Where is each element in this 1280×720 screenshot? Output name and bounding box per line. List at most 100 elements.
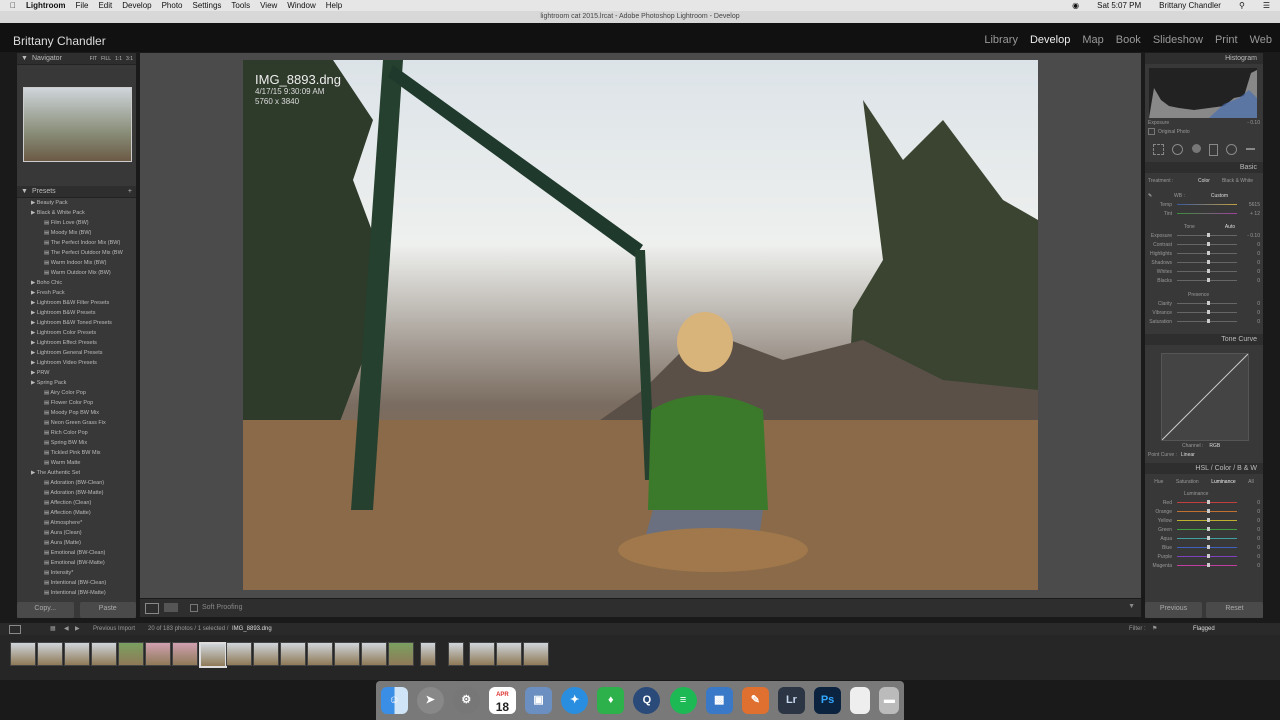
slider-knob[interactable] — [1207, 269, 1210, 273]
preset-folder[interactable]: ▶ Lightroom Effect Presets — [17, 338, 136, 348]
presence-slider-track[interactable] — [1177, 301, 1237, 305]
spot-removal-icon[interactable] — [1172, 144, 1184, 155]
preset-folder[interactable]: ▶ Lightroom B&W Presets — [17, 308, 136, 318]
photoshop-icon[interactable]: Ps — [814, 687, 842, 714]
hsl-header[interactable]: HSL / Color / B & W — [1145, 463, 1263, 474]
filmstrip-thumb[interactable] — [226, 642, 252, 666]
filmstrip-thumb[interactable] — [10, 642, 36, 666]
luminance-slider-value[interactable]: 0 — [1242, 509, 1260, 515]
presence-slider-value[interactable]: 0 — [1242, 310, 1260, 316]
temp-track[interactable] — [1177, 204, 1237, 205]
tone-slider-value[interactable]: 0 — [1242, 242, 1260, 248]
slider-knob[interactable] — [1207, 563, 1210, 567]
slider-knob[interactable] — [1207, 554, 1210, 558]
preview-icon[interactable]: ▣ — [525, 687, 553, 714]
clock[interactable]: Sat 5:07 PM — [1097, 1, 1141, 10]
notification-icon[interactable]: ☰ — [1263, 1, 1270, 10]
filmstrip-thumb[interactable] — [388, 642, 414, 666]
wb-value[interactable]: Custom — [1211, 193, 1228, 199]
luminance-slider[interactable]: Magenta 0 — [1145, 561, 1263, 570]
preset-item[interactable]: ▤ Aura (Matte) — [17, 538, 136, 548]
luminance-slider-value[interactable]: 0 — [1242, 545, 1260, 551]
filmstrip-thumb[interactable] — [64, 642, 90, 666]
red-eye-icon[interactable] — [1191, 144, 1201, 153]
wifi-icon[interactable]: ◉ — [1072, 1, 1079, 10]
menu-develop[interactable]: Develop — [122, 1, 151, 10]
luminance-slider-value[interactable]: 0 — [1242, 536, 1260, 542]
presence-slider[interactable]: Saturation 0 — [1145, 317, 1263, 326]
slider-knob[interactable] — [1207, 233, 1210, 237]
luminance-slider[interactable]: Blue 0 — [1145, 543, 1263, 552]
module-library[interactable]: Library — [984, 34, 1018, 46]
preset-folder[interactable]: ▶ Spring Pack — [17, 378, 136, 388]
hsl-tab-luminance[interactable]: Luminance — [1211, 479, 1235, 485]
calendar-icon[interactable]: APR 18 — [488, 687, 516, 714]
tone-slider-track[interactable] — [1177, 251, 1237, 255]
preset-item[interactable]: ▤ The Perfect Outdoor Mix (BW — [17, 248, 136, 258]
menu-settings[interactable]: Settings — [193, 1, 222, 10]
luminance-slider[interactable]: Yellow 0 — [1145, 516, 1263, 525]
preset-folder[interactable]: ▶ Lightroom B&W Filter Presets — [17, 298, 136, 308]
zoom-fit[interactable]: FIT — [90, 56, 98, 62]
preset-item[interactable]: ▤ Aura (Clean) — [17, 528, 136, 538]
slider-knob[interactable] — [1207, 251, 1210, 255]
preset-folder[interactable]: ▶ PRW — [17, 368, 136, 378]
tone-slider[interactable]: Contrast 0 — [1145, 240, 1263, 249]
preset-item[interactable]: ▤ Neon Green Grass Fix — [17, 418, 136, 428]
tone-slider-value[interactable]: 0 — [1242, 260, 1260, 266]
keynote-icon[interactable]: ▩ — [705, 687, 733, 714]
slider-knob[interactable] — [1207, 310, 1210, 314]
preset-item[interactable]: ▤ Airy Color Pop — [17, 388, 136, 398]
luminance-slider-value[interactable]: 0 — [1242, 563, 1260, 569]
preset-item[interactable]: ▤ Moody Mix (BW) — [17, 228, 136, 238]
spotlight-icon[interactable]: ⚲ — [1239, 1, 1245, 10]
slider-knob[interactable] — [1207, 545, 1210, 549]
basic-header[interactable]: Basic — [1145, 162, 1263, 173]
preset-folder[interactable]: ▶ Lightroom B&W Toned Presets — [17, 318, 136, 328]
lightroom-icon[interactable]: Lr — [777, 687, 805, 714]
preset-folder[interactable]: ▶ Boho Chic — [17, 278, 136, 288]
luminance-slider[interactable]: Green 0 — [1145, 525, 1263, 534]
safari-icon[interactable]: ✦ — [561, 687, 589, 714]
filmstrip-thumb[interactable] — [420, 642, 436, 666]
treatment-color[interactable]: Color — [1198, 178, 1210, 184]
slider-knob[interactable] — [1207, 500, 1210, 504]
preset-item[interactable]: ▤ Rich Color Pop — [17, 428, 136, 438]
slider-knob[interactable] — [1207, 260, 1210, 264]
evernote-icon[interactable]: ♦ — [597, 687, 625, 714]
zoom-3-1[interactable]: 3:1 — [126, 56, 133, 62]
slider-knob[interactable] — [1207, 319, 1210, 323]
add-preset-icon[interactable]: + — [128, 188, 136, 195]
presence-slider-track[interactable] — [1177, 310, 1237, 314]
preset-item[interactable]: ▤ Atmosphere* — [17, 518, 136, 528]
tone-slider[interactable]: Exposure - 0.10 — [1145, 231, 1263, 240]
tone-slider[interactable]: Shadows 0 — [1145, 258, 1263, 267]
launchpad-icon[interactable]: ➤ — [416, 687, 444, 714]
preset-item[interactable]: ▤ Affection (Matte) — [17, 508, 136, 518]
preset-folder[interactable]: ▶ Black & White Pack — [17, 208, 136, 218]
tone-curve-header[interactable]: Tone Curve — [1145, 334, 1263, 345]
preset-item[interactable]: ▤ Spring BW Mix — [17, 438, 136, 448]
secondary-window-icon[interactable] — [9, 625, 21, 634]
luminance-slider[interactable]: Orange 0 — [1145, 507, 1263, 516]
before-after-icon[interactable] — [164, 603, 178, 612]
navigator-header[interactable]: ▼ Navigator FIT FILL 1:1 3:1 — [17, 53, 136, 65]
luminance-slider[interactable]: Purple 0 — [1145, 552, 1263, 561]
presets-header[interactable]: ▼ Presets + — [17, 186, 136, 198]
preset-item[interactable]: ▤ The Perfect Indoor Mix (BW) — [17, 238, 136, 248]
source-label[interactable]: Previous Import — [93, 626, 135, 632]
luminance-slider-track[interactable] — [1177, 563, 1237, 567]
pages-icon[interactable]: ✎ — [741, 687, 769, 714]
apple-icon[interactable]:  — [10, 1, 16, 10]
tone-slider-track[interactable] — [1177, 260, 1237, 264]
tone-slider-track[interactable] — [1177, 269, 1237, 273]
point-curve-value[interactable]: Linear — [1181, 452, 1195, 458]
luminance-slider-track[interactable] — [1177, 527, 1237, 531]
luminance-slider[interactable]: Aqua 0 — [1145, 534, 1263, 543]
zoom-fill[interactable]: FILL — [101, 56, 111, 62]
tint-slider[interactable]: Tint + 12 — [1145, 209, 1263, 218]
luminance-slider[interactable]: Red 0 — [1145, 498, 1263, 507]
spotify-icon[interactable]: ≡ — [669, 687, 697, 714]
preset-item[interactable]: ▤ Adoration (BW-Matte) — [17, 488, 136, 498]
tint-value[interactable]: + 12 — [1242, 211, 1260, 217]
